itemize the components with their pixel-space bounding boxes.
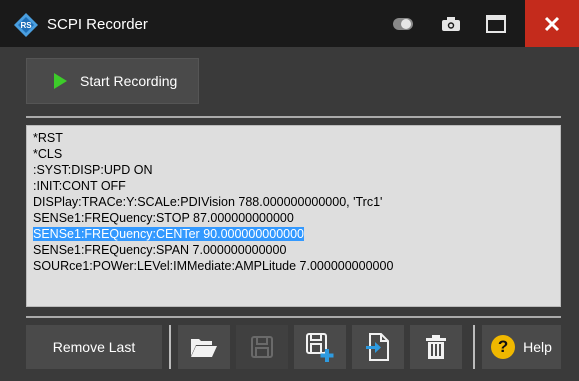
scpi-command-log[interactable]: *RST *CLS :SYST:DISP:UPD ON :INIT:CONT O… xyxy=(26,125,561,307)
title-bar[interactable]: RS SCPI Recorder xyxy=(0,0,579,47)
export-icon xyxy=(366,333,389,361)
close-icon xyxy=(544,16,560,31)
log-line-selected[interactable]: SENSe1:FREQuency:CENTer 90.000000000000 xyxy=(33,226,554,242)
start-recording-button[interactable]: Start Recording xyxy=(26,58,199,104)
log-line[interactable]: SENSe1:FREQuency:SPAN 7.000000000000 xyxy=(33,242,554,258)
remove-last-label: Remove Last xyxy=(52,339,136,355)
bottom-divider xyxy=(26,316,561,318)
delete-button[interactable] xyxy=(410,325,462,369)
log-line[interactable]: :SYST:DISP:UPD ON xyxy=(33,162,554,178)
top-divider xyxy=(26,116,561,118)
save-icon xyxy=(251,336,273,358)
scpi-recorder-window: RS SCPI Recorder Start Recording *RST *C… xyxy=(0,0,579,381)
window-title: SCPI Recorder xyxy=(47,16,148,33)
maximize-icon xyxy=(485,14,506,33)
toggle-icon xyxy=(392,17,413,30)
save-as-icon xyxy=(306,333,334,362)
help-button[interactable]: ? Help xyxy=(482,325,561,369)
start-recording-label: Start Recording xyxy=(80,73,178,89)
trash-icon xyxy=(426,335,446,359)
log-line[interactable]: *CLS xyxy=(33,146,554,162)
help-label: Help xyxy=(523,339,552,355)
save-button[interactable] xyxy=(236,325,288,369)
bottom-toolbar: Remove Last ? Help xyxy=(26,325,561,369)
open-file-button[interactable] xyxy=(178,325,230,369)
log-line[interactable]: DISPlay:TRACe:Y:SCALe:PDIVision 788.0000… xyxy=(33,194,554,210)
screenshot-button[interactable] xyxy=(428,0,473,47)
toggle-button[interactable] xyxy=(380,0,425,47)
svg-text:RS: RS xyxy=(20,21,32,30)
app-logo-icon: RS xyxy=(14,13,38,37)
play-icon xyxy=(54,73,67,89)
log-line[interactable]: *RST xyxy=(33,130,554,146)
save-as-button[interactable] xyxy=(294,325,346,369)
remove-last-button[interactable]: Remove Last xyxy=(26,325,162,369)
separator xyxy=(169,325,171,369)
maximize-button[interactable] xyxy=(473,0,518,47)
camera-icon xyxy=(441,16,460,31)
log-line[interactable]: :INIT:CONT OFF xyxy=(33,178,554,194)
help-icon: ? xyxy=(491,335,516,359)
log-line[interactable]: SOURce1:POWer:LEVel:IMMediate:AMPLitude … xyxy=(33,258,554,274)
export-button[interactable] xyxy=(352,325,404,369)
separator xyxy=(473,325,475,369)
log-line[interactable]: SENSe1:FREQuency:STOP 87.000000000000 xyxy=(33,210,554,226)
close-button[interactable] xyxy=(525,0,579,47)
folder-open-icon xyxy=(191,339,217,357)
